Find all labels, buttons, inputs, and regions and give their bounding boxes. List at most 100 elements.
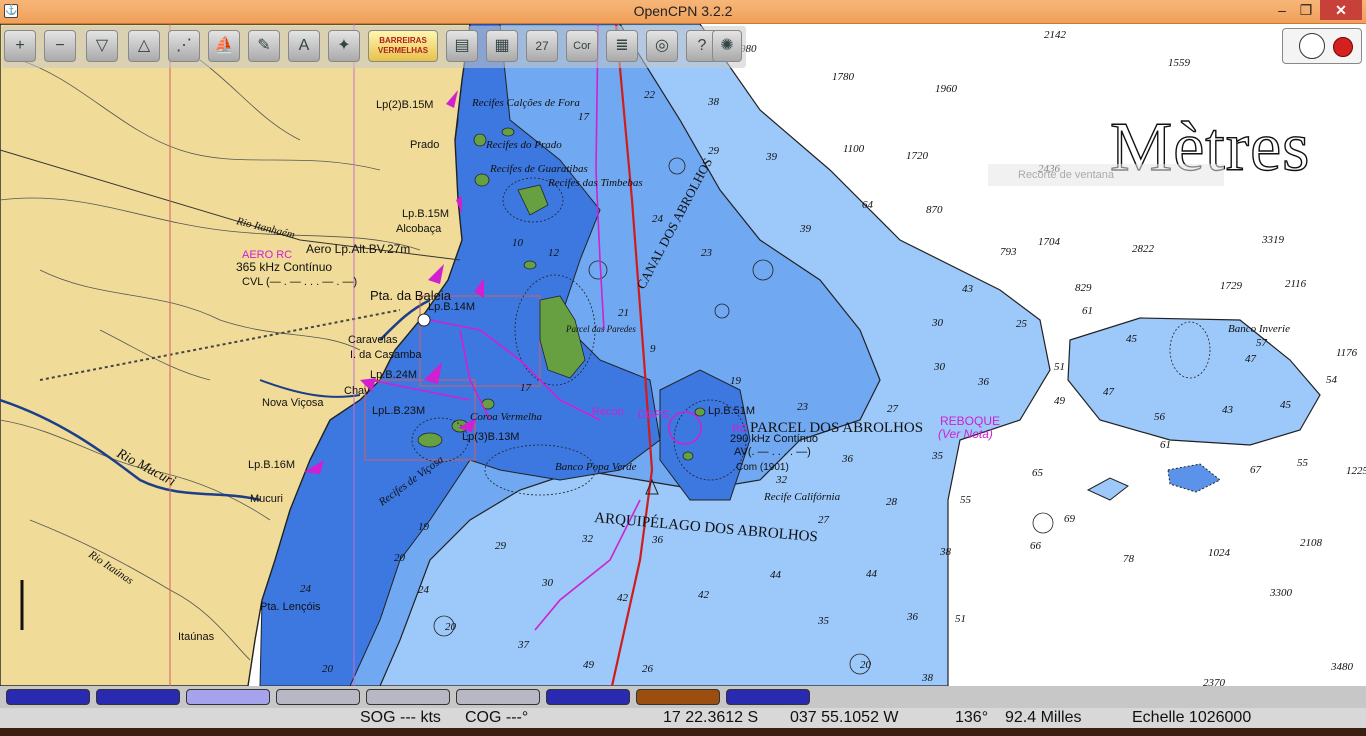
nautical-chart-canvas[interactable]: 9802142155917801960110017202436870641704… xyxy=(0,24,1366,686)
depth-sounding: 44 xyxy=(866,568,878,580)
maximize-button[interactable]: ❐ xyxy=(1292,0,1320,20)
depth-sounding: 36 xyxy=(651,534,664,546)
depth-sounding: 9 xyxy=(650,343,656,355)
depth-sounding: 67 xyxy=(1250,464,1262,476)
label-coroa: Coroa Vermelha xyxy=(470,411,543,423)
main-toolbar: + − ▽ △ ⋰ ⛵ ✎ A ✦ BARREIRAS VERMELHAS ▤ … xyxy=(2,26,746,68)
depth-sounding: 829 xyxy=(1075,282,1092,294)
label-recifes-prado: Recifes do Prado xyxy=(485,139,562,151)
piano-key[interactable] xyxy=(186,689,270,705)
depth-sounding: 22 xyxy=(644,89,656,101)
label-banco-popa: Banco Popa Verde xyxy=(555,461,637,473)
depth-sounding: 20 xyxy=(860,659,872,671)
compass-gps-widget[interactable] xyxy=(1282,28,1362,64)
label-com: Com (1901) xyxy=(736,462,789,473)
scale-down-button[interactable]: ▽ xyxy=(86,30,118,62)
depth-sounding: 12 xyxy=(548,247,560,259)
depth-sounding: 2116 xyxy=(1285,278,1307,290)
label-banco-inverie: Banco Inverie xyxy=(1228,323,1290,335)
depth-sounding: 61 xyxy=(1160,439,1171,451)
piano-key[interactable] xyxy=(726,689,810,705)
depth-sounding: 1960 xyxy=(935,83,958,95)
label-caravelas: Caravelas xyxy=(348,334,398,346)
barreiras-vermelhas-button[interactable]: BARREIRAS VERMELHAS xyxy=(368,30,438,62)
depth-sounding: 3300 xyxy=(1269,587,1293,599)
depth-sounding: 61 xyxy=(1082,305,1093,317)
label-lpb51: Lp.B.51M xyxy=(708,405,755,417)
layers-button[interactable]: ≣ xyxy=(606,30,638,62)
depth-sounding: 21 xyxy=(618,307,629,319)
route-button[interactable]: ⋰ xyxy=(168,30,200,62)
depth-sounding: 43 xyxy=(1222,404,1234,416)
os-taskbar xyxy=(0,728,1366,736)
label-recifes-guaratibas: Recifes de Guaratibas xyxy=(489,163,588,175)
settings-button[interactable]: ✎ xyxy=(248,30,280,62)
depth-sounding: 39 xyxy=(799,223,812,235)
piano-key[interactable] xyxy=(546,689,630,705)
label-lpb24: Lp.B.24M xyxy=(370,369,417,381)
mob-button[interactable]: ◎ xyxy=(646,30,678,62)
status-longitude: 037 55.1052 W xyxy=(790,709,899,726)
depth-sounding: 24 xyxy=(652,213,664,225)
depth-sounding: 36 xyxy=(841,453,854,465)
label-chav: Chav xyxy=(344,385,370,397)
zoom-out-button[interactable]: − xyxy=(44,30,76,62)
depth-sounding: 38 xyxy=(707,96,720,108)
depth-sounding: 51 xyxy=(1054,361,1065,373)
depth-sounding: 35 xyxy=(931,450,944,462)
color-scheme-button[interactable]: Cor xyxy=(566,30,598,62)
plugin-button[interactable]: ✺ xyxy=(712,30,742,62)
depth-sounding: 24 xyxy=(300,583,312,595)
window-titlebar: ⚓ OpenCPN 3.2.2 – ❐ ✕ xyxy=(0,0,1366,24)
depth-sounding: 3319 xyxy=(1261,234,1285,246)
depth-sounding: 51 xyxy=(955,613,966,625)
ais-button[interactable]: ▦ xyxy=(486,30,518,62)
label-lpb15: Lp.B.15M xyxy=(402,208,449,220)
depth-sounding: 43 xyxy=(962,283,974,295)
depth-sounding: 2108 xyxy=(1300,537,1323,549)
depth-sounding: 2822 xyxy=(1132,243,1155,255)
depth-sounding: 39 xyxy=(765,151,778,163)
label-parcel-paredes: Parcel das Paredes xyxy=(565,324,636,334)
piano-key[interactable] xyxy=(456,689,540,705)
label-aero-light: Aero Lp.Alt.BV.27m xyxy=(306,242,410,256)
label-casamba: I. da Casamba xyxy=(350,349,422,361)
label-rc: RC xyxy=(732,423,748,435)
label-dgps: DGPS xyxy=(638,409,669,421)
depth-sounding: 30 xyxy=(931,317,944,329)
depth-sounding: 47 xyxy=(1245,353,1257,365)
auto-follow-button[interactable]: ⛵ xyxy=(208,30,240,62)
anchor-marker[interactable] xyxy=(417,313,431,327)
depth-sounding: 1704 xyxy=(1038,236,1061,248)
depth-sounding: 1729 xyxy=(1220,280,1243,292)
status-latitude: 17 22.3612 S xyxy=(663,709,759,726)
depth-sounding: 2142 xyxy=(1044,29,1067,41)
print-button[interactable]: ▤ xyxy=(446,30,478,62)
depth-sounding: 20 xyxy=(445,621,457,633)
piano-key[interactable] xyxy=(636,689,720,705)
depth-sounding: 42 xyxy=(617,592,629,604)
close-button[interactable]: ✕ xyxy=(1320,0,1362,20)
depth-sounding: 36 xyxy=(977,376,990,388)
depth-sounding: 23 xyxy=(797,401,809,413)
piano-key[interactable] xyxy=(6,689,90,705)
label-lp2: Lp(2)B.15M xyxy=(376,99,433,111)
status-bearing: 136° xyxy=(955,709,989,726)
depth-sounding: 37 xyxy=(517,639,530,651)
piano-key[interactable] xyxy=(96,689,180,705)
text-button[interactable]: A xyxy=(288,30,320,62)
label-365khz: 365 kHz Contínuo xyxy=(236,260,332,274)
piano-key[interactable] xyxy=(366,689,450,705)
status-cog: COG ---° xyxy=(465,709,529,726)
piano-key[interactable] xyxy=(276,689,360,705)
depth-sounding: 1720 xyxy=(906,150,929,162)
cm93-button[interactable]: 27 xyxy=(526,30,558,62)
scale-up-button[interactable]: △ xyxy=(128,30,160,62)
depth-sounding: 1024 xyxy=(1208,547,1231,559)
depth-sounding: 29 xyxy=(708,145,720,157)
depth-sounding: 1100 xyxy=(843,143,865,155)
label-prado: Prado xyxy=(410,139,439,151)
currents-button[interactable]: ✦ xyxy=(328,30,360,62)
zoom-in-button[interactable]: + xyxy=(4,30,36,62)
gps-status-icon xyxy=(1333,37,1353,57)
